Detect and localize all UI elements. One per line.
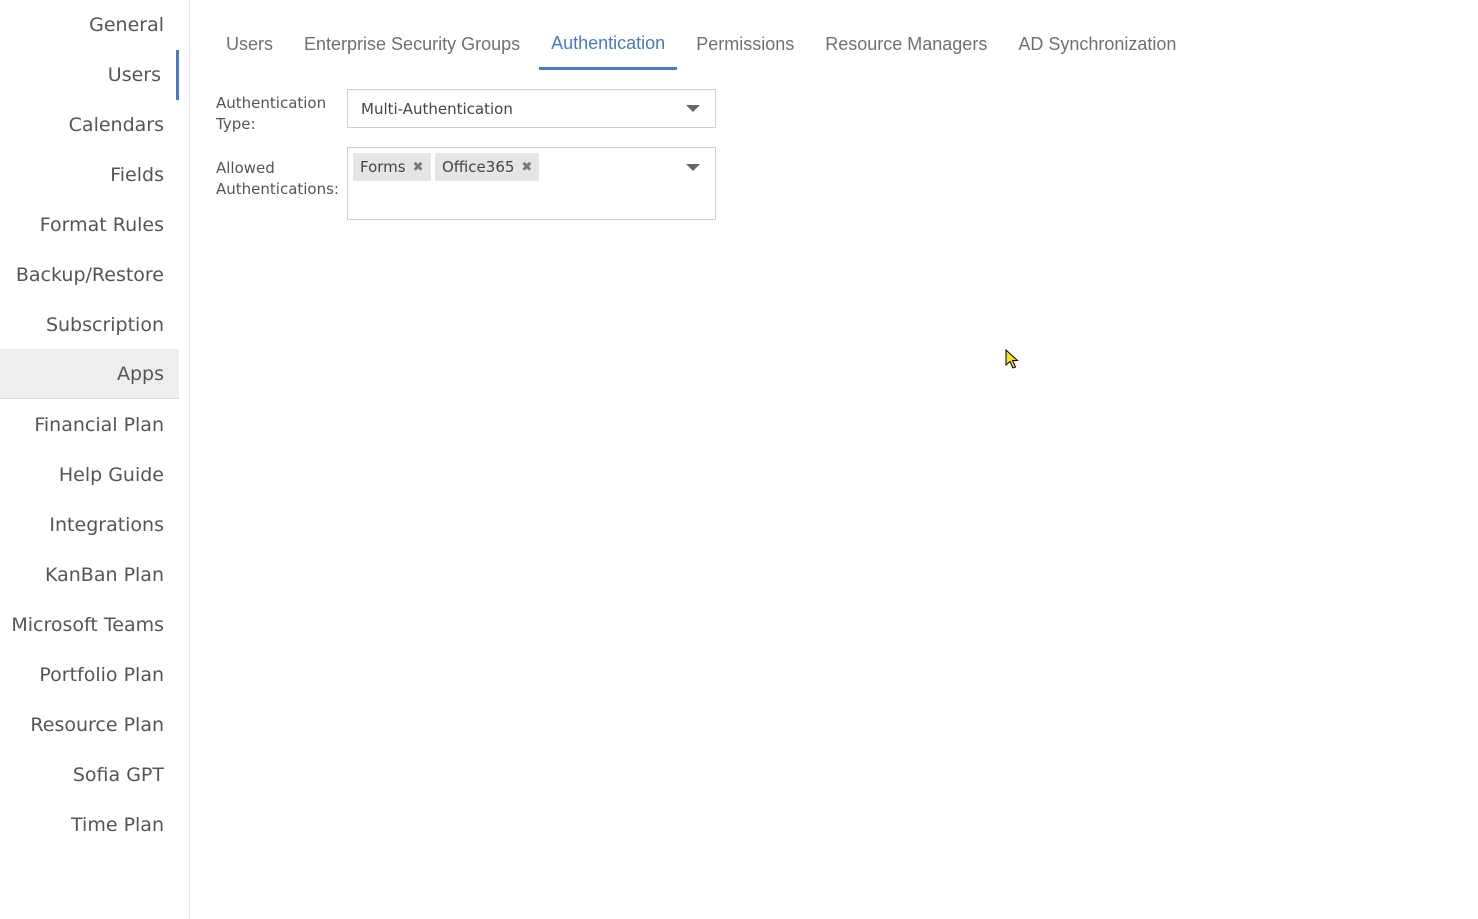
- app-window: General Users Calendars Fields Format Ru…: [0, 0, 1478, 919]
- remove-tag-icon[interactable]: ✖: [413, 160, 424, 175]
- tab-bar: Users Enterprise Security Groups Authent…: [214, 20, 1195, 70]
- sidebar-item-label: Resource Plan: [30, 714, 164, 736]
- sidebar-item-subscription[interactable]: Subscription: [0, 300, 179, 350]
- sidebar-item-sofia-gpt[interactable]: Sofia GPT: [0, 750, 179, 800]
- sidebar-item-financial-plan[interactable]: Financial Plan: [0, 400, 179, 450]
- sidebar-item-label: Subscription: [45, 314, 164, 336]
- sidebar-item-label: General: [89, 14, 164, 36]
- sidebar-item-label: Calendars: [68, 114, 164, 136]
- sidebar-item-label: Time Plan: [71, 814, 164, 836]
- sidebar-item-label: Apps: [116, 362, 164, 385]
- sidebar-item-fields[interactable]: Fields: [0, 150, 179, 200]
- auth-type-label: Authentication Type:: [216, 93, 341, 135]
- sidebar-item-label: Help Guide: [58, 464, 164, 486]
- tab-authentication[interactable]: Authentication: [539, 20, 678, 70]
- sidebar-item-backup-restore[interactable]: Backup/Restore: [0, 250, 179, 300]
- sidebar-item-calendars[interactable]: Calendars: [0, 100, 179, 150]
- tag-label: Forms: [360, 158, 406, 176]
- auth-type-label-line1: Authentication: [216, 94, 327, 112]
- sidebar-item-label: Users: [107, 64, 161, 86]
- sidebar-item-label: Backup/Restore: [15, 264, 164, 286]
- sidebar-item-label: Financial Plan: [34, 414, 164, 436]
- chevron-down-icon[interactable]: [686, 164, 700, 171]
- tab-enterprise-security-groups[interactable]: Enterprise Security Groups: [292, 20, 532, 70]
- sidebar-item-portfolio-plan[interactable]: Portfolio Plan: [0, 650, 179, 700]
- allowed-auth-label-line2: Authentications:: [216, 180, 339, 198]
- sidebar-item-time-plan[interactable]: Time Plan: [0, 800, 179, 850]
- tag-forms: Forms ✖: [353, 153, 431, 181]
- sidebar-item-format-rules[interactable]: Format Rules: [0, 200, 179, 250]
- tab-resource-managers[interactable]: Resource Managers: [813, 20, 999, 70]
- sidebar-item-help-guide[interactable]: Help Guide: [0, 450, 179, 500]
- sidebar-item-label: Microsoft Teams: [11, 614, 164, 636]
- sidebar-item-label: Fields: [110, 164, 164, 186]
- sidebar-item-label: KanBan Plan: [45, 564, 164, 586]
- remove-tag-icon[interactable]: ✖: [521, 160, 532, 175]
- auth-type-value: Multi-Authentication: [361, 100, 513, 118]
- tag-office365: Office365 ✖: [435, 153, 540, 181]
- tab-permissions[interactable]: Permissions: [684, 20, 806, 70]
- sidebar-item-kanban-plan[interactable]: KanBan Plan: [0, 550, 179, 600]
- sidebar-item-microsoft-teams[interactable]: Microsoft Teams: [0, 600, 179, 650]
- sidebar-item-apps[interactable]: Apps: [0, 349, 179, 399]
- tab-users[interactable]: Users: [214, 20, 285, 70]
- tab-ad-synchronization[interactable]: AD Synchronization: [1006, 20, 1188, 70]
- sidebar-item-label: Sofia GPT: [72, 764, 164, 786]
- sidebar-item-general[interactable]: General: [0, 0, 179, 50]
- allowed-auth-label-line1: Allowed: [216, 159, 275, 177]
- sidebar-item-resource-plan[interactable]: Resource Plan: [0, 700, 179, 750]
- sidebar: General Users Calendars Fields Format Ru…: [0, 0, 190, 919]
- mouse-cursor-icon: [1005, 349, 1019, 369]
- sidebar-item-users[interactable]: Users: [0, 50, 179, 100]
- auth-type-select[interactable]: Multi-Authentication: [347, 89, 716, 128]
- sidebar-item-label: Portfolio Plan: [39, 664, 164, 686]
- allowed-auth-label: Allowed Authentications:: [216, 158, 341, 200]
- chevron-down-icon[interactable]: [686, 105, 700, 112]
- sidebar-item-label: Format Rules: [39, 214, 164, 236]
- tag-label: Office365: [442, 158, 515, 176]
- allowed-auth-multiselect[interactable]: Forms ✖ Office365 ✖: [347, 147, 716, 220]
- sidebar-item-label: Integrations: [49, 514, 164, 536]
- sidebar-item-integrations[interactable]: Integrations: [0, 500, 179, 550]
- auth-type-label-line2: Type:: [216, 115, 256, 133]
